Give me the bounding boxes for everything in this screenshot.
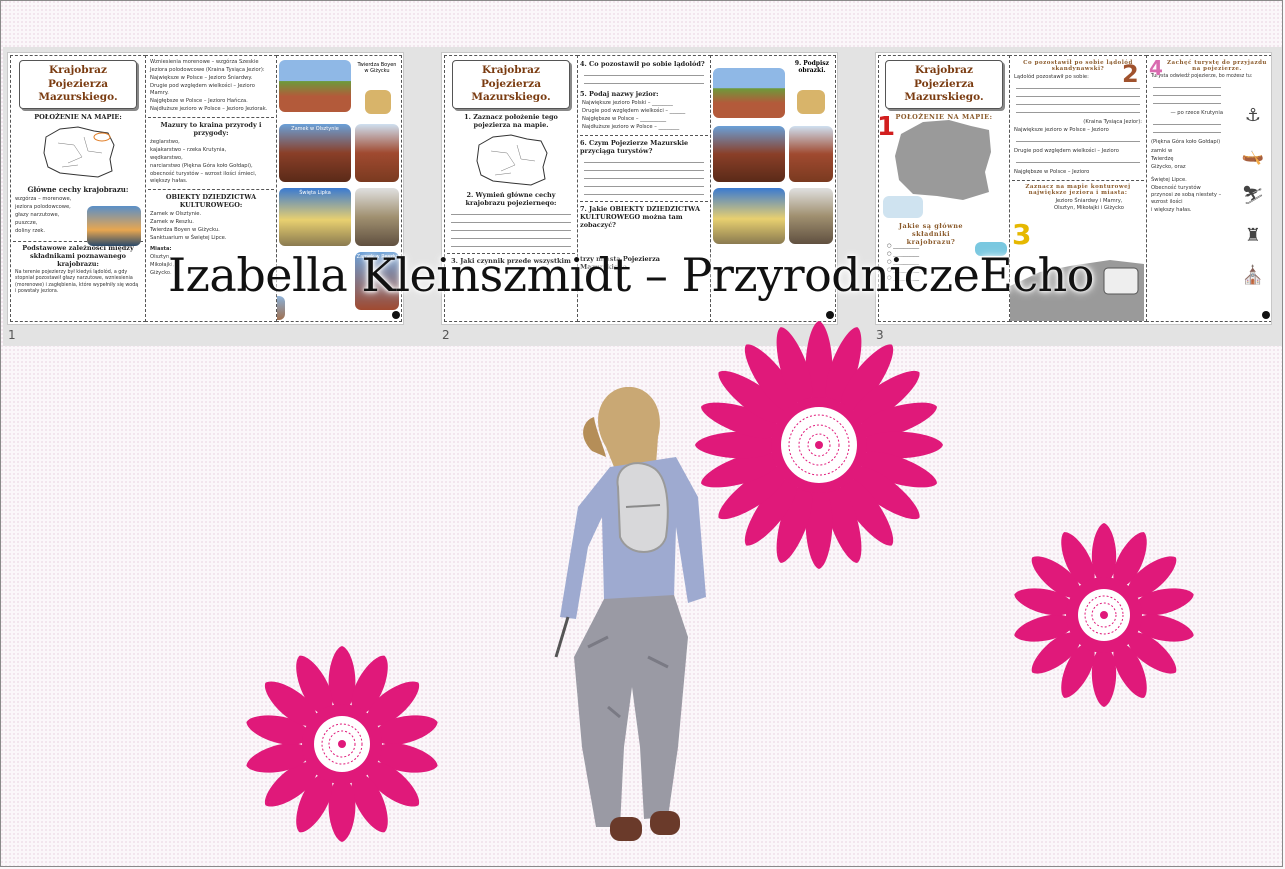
church-photo	[355, 188, 399, 246]
list-item: Zamek w Reszlu.	[150, 219, 194, 226]
swieta-lipka-photo	[713, 188, 785, 244]
list-item: Twierdzę	[1151, 155, 1174, 162]
fortress-photo	[713, 68, 785, 118]
list-item: Świętej Lipce.	[1151, 176, 1187, 183]
slide3-col3: 4 Zachęć turystę do przyjazdu na pojezie…	[1146, 55, 1271, 322]
list-item: Jeziora polodowcowe (Kraina Tysiąca Jezi…	[150, 67, 265, 74]
lake-sailboat-photo	[87, 206, 141, 246]
number-badge-2: 2	[1122, 60, 1139, 88]
slide2-task2: 2. Wymień główne cechy krajobrazu pojezi…	[465, 190, 557, 207]
slide3-title: Krajobraz Pojezierza Mazurskiego.	[885, 60, 1003, 109]
poland-gray-map	[895, 120, 991, 200]
slide2-task4: 4. Co pozostawił po sobie lądolód?	[580, 60, 705, 68]
list-item: Najgłębsze w Polsce – Jezioro Hańcza.	[150, 98, 248, 105]
list-item: Największe w Polsce – Jezioro Śniardwy.	[150, 75, 253, 82]
slide2-task7: 7. Jakie OBIEKTY DZIEDZICTWA KULTUROWEGO…	[580, 201, 708, 229]
church-photo	[789, 188, 833, 244]
slide-number: 2	[442, 328, 450, 342]
list-item: narciarstwo (Piękna Góra koło Gołdapi),	[150, 163, 253, 170]
poland-outline-map	[476, 134, 548, 186]
glacier-clipart	[883, 196, 923, 218]
list-item: zamki w	[1151, 147, 1173, 154]
slide3-lakes-heading: Zaznacz na mapie konturowej największe j…	[1012, 180, 1144, 196]
fortress-photo	[279, 60, 351, 112]
list-item: Największe jezioro Polski – ________	[582, 100, 673, 106]
list-item: Największe jezioro w Polsce – Jezioro	[1014, 127, 1109, 134]
poland-outline-map	[43, 126, 115, 178]
pink-flower-right-icon	[1014, 523, 1194, 707]
church-icon: ⛪	[1241, 265, 1265, 286]
list-item: Twierdza Boyen w Giżycku.	[150, 227, 220, 234]
flower-petal	[328, 776, 356, 842]
slide2-task9: 9. Podpisz obrazki.	[794, 60, 830, 74]
flower-petal	[1091, 645, 1117, 707]
slide1-col1: Krajobraz Pojezierza Mazurskiego. POŁOŻE…	[10, 55, 146, 322]
list-item: kajakarstwo – rzeka Krutynia,	[150, 147, 227, 154]
slide2-task5: 5. Podaj nazwy jezior:	[580, 90, 659, 98]
list-item: obecność turystów – wzrost ilości śmieci…	[150, 171, 257, 185]
list-item: Sanktuarium w Świętej Lipce.	[150, 235, 227, 242]
castle-photo	[789, 126, 833, 182]
author-watermark: Izabella Kleinszmidt – PrzyrodniczeEcho	[168, 248, 1094, 302]
list-item: żeglarstwo,	[150, 139, 180, 146]
list-item: (Piękna Góra koło Gołdapi)	[1151, 139, 1221, 146]
fisherman-icon: ⚓	[1244, 105, 1262, 126]
number-badge-3: 3	[1012, 218, 1032, 251]
list-item: Najdłuższe jezioro w Polsce – ________	[582, 124, 680, 131]
woman-with-backpack-figure	[554, 387, 706, 841]
list-item: Najgłębsze w Polsce – __________	[582, 116, 667, 123]
castle-clipart	[365, 90, 391, 114]
flower-petal	[328, 646, 356, 712]
olsztyn-castle-photo	[713, 126, 785, 182]
slide2-task6: 6. Czym Pojezierze Mazurskie przyciąga t…	[580, 135, 708, 155]
slide3-corner-badge-icon	[1262, 311, 1270, 319]
slide1-features-heading: Główne cechy krajobrazu:	[27, 184, 129, 194]
list-item: puszcze,	[15, 219, 38, 226]
list-item: głazy narzutowe,	[15, 211, 60, 218]
slide1-nature-heading: Mazury to kraina przyrody i przygody:	[148, 117, 274, 137]
list-item: (Kraina Tysiąca Jezior):	[1083, 119, 1142, 126]
slide2-title: Krajobraz Pojezierza Mazurskiego.	[452, 60, 570, 109]
photo-label: Twierdza Boyen w Giżycku	[357, 62, 397, 74]
swieta-lipka-photo: Święta Lipka	[279, 188, 351, 246]
castle-photo	[355, 124, 399, 182]
number-badge-4: 4	[1149, 56, 1163, 80]
list-item: wzgórza – morenowe,	[15, 195, 72, 202]
pink-flower-large-icon	[695, 321, 943, 569]
slide2-task1: 1. Zaznacz położenie tego pojezierza na …	[464, 112, 558, 129]
slide3-lakes-text: Jezioro Śniardwy i Mamry, Olsztyn, Mikoł…	[1054, 198, 1124, 212]
list-item: jeziora polodowcowe,	[15, 203, 71, 210]
slide1-map-heading: POŁOŻENIE NA MAPIE:	[34, 112, 122, 121]
skier-icon: ⛷	[1241, 185, 1265, 206]
flower-petal	[1091, 523, 1117, 585]
olsztyn-castle-photo: Zamek w Olsztynie	[279, 124, 351, 182]
list-item: Najgłębsze w Polsce – Jezioro	[1014, 169, 1090, 176]
photo-label: Zamek w Olsztynie	[291, 126, 339, 132]
slide3-tourists-heading: Zachęć turystę do przyjazdu na pojezierz…	[1167, 60, 1267, 72]
list-item: Najdłuższe jezioro w Polsce – Jezioro Je…	[150, 106, 268, 113]
list-item: Drugie pod względem wielkości – ______	[582, 108, 686, 115]
castle-icon: ♜	[1244, 225, 1262, 246]
slide1-heritage-heading: OBIEKTY DZIEDZICTWA KULTUROWEGO:	[148, 189, 274, 209]
pink-flower-left-icon	[246, 646, 438, 842]
list-item: Zamek w Olsztynie.	[150, 211, 202, 218]
photo-label: Święta Lipka	[299, 190, 331, 196]
list-item: — po rzece Krutynia	[1170, 110, 1223, 117]
list-item: Drugie pod względem wielkości – Jezioro	[1014, 148, 1119, 155]
list-item: wędkarstwo,	[150, 155, 183, 162]
list-item: doliny rzek.	[15, 227, 46, 234]
slide1-features-list: wzgórza – morenowe, jeziora polodowcowe,…	[11, 196, 83, 235]
list-item: Wzniesienia morenowe – wzgórza Szeskie	[150, 59, 259, 65]
list-item: Giżycko, oraz	[1151, 163, 1186, 170]
list-item: Obecność turystów przynosi ze sobą niest…	[1151, 184, 1222, 205]
slide1-relations-text: Na terenie pojezierzy był kiedyś lądolód…	[15, 270, 139, 295]
slide1-title: Krajobraz Pojezierza Mazurskiego.	[19, 60, 137, 109]
list-item: i większy hałas.	[1151, 206, 1192, 213]
slide3-tourists-intro: Turysta odwiedź pojezierze, bo możesz tu…	[1151, 74, 1253, 79]
slide-number: 1	[8, 328, 16, 342]
castle-clipart	[797, 90, 825, 114]
list-item: Drugie pod względem wielkości – Jezioro …	[150, 83, 255, 97]
slide1-corner-badge-icon	[392, 311, 400, 319]
kayak-icon: 🛶	[1241, 145, 1265, 166]
